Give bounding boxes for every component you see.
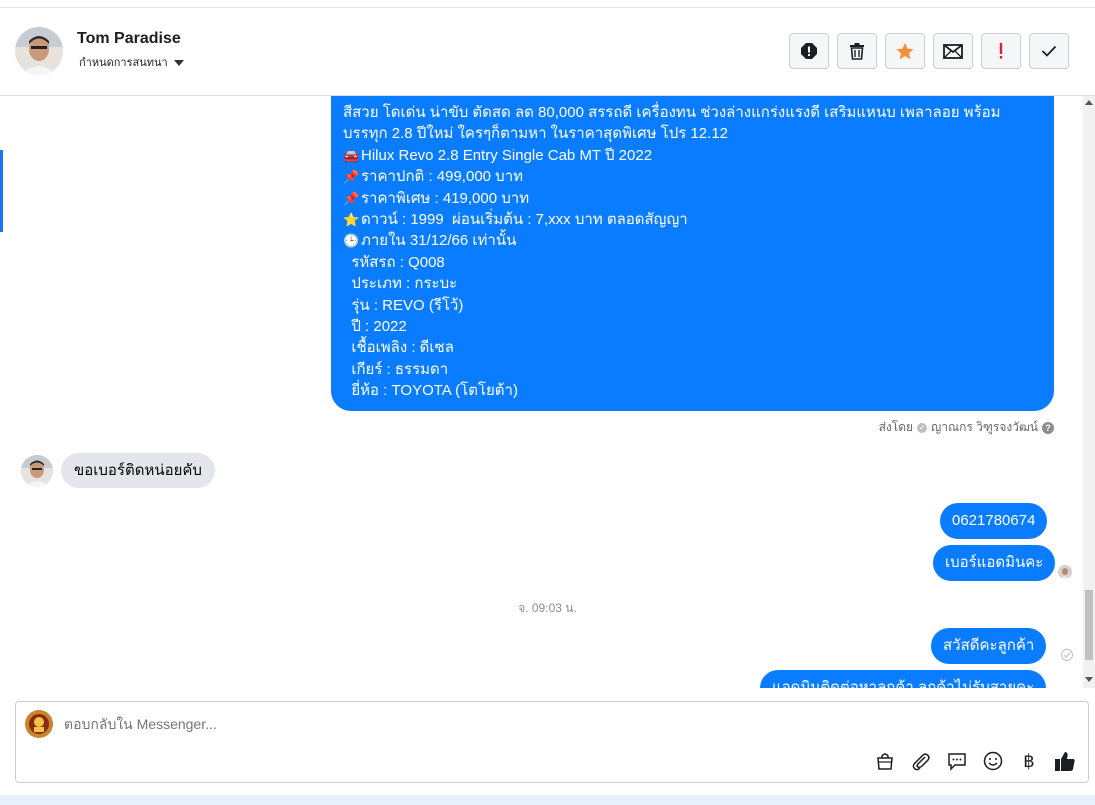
assign-conversation-dropdown[interactable]: กำหนดการสนทนา (79, 53, 184, 71)
sender-avatar[interactable] (21, 455, 53, 487)
emoji-button[interactable] (980, 748, 1006, 774)
line-text: ประเภท : กระบะ (343, 275, 458, 293)
emoji-icon (983, 751, 1003, 771)
chat-bubble-icon (948, 753, 966, 771)
outgoing-admin-bubble[interactable]: เบอร์แอดมินคะ (933, 545, 1056, 581)
bag-button[interactable] (872, 748, 898, 774)
trash-icon (850, 43, 864, 60)
line-text: ภายใน 31/12/66 เท่านั้น (361, 232, 517, 250)
listing-line: ประเภท : กระบะ (343, 273, 1042, 294)
scroll-down-arrow[interactable] (1085, 677, 1093, 682)
baht-icon: ฿ (1023, 750, 1035, 771)
sent-by-prefix: ส่งโดย (878, 420, 914, 434)
line-text: เชื้อเพลิง : ดีเซล (343, 339, 454, 357)
exclamation-icon (999, 43, 1003, 59)
listing-line: 📌 ราคาปกติ : 499,000 บาท (343, 166, 1042, 187)
page-bottom-strip (0, 795, 1095, 805)
attach-button[interactable] (908, 748, 934, 774)
listing-line: บรรทุก 2.8 ปีใหม่ ใครๆก็ตามหา ในราคาสุดพ… (343, 123, 1042, 144)
verified-icon: ✓ (917, 422, 928, 433)
outgoing-phone-bubble[interactable]: 0621780674 (940, 503, 1048, 539)
mark-unread-button[interactable] (933, 33, 973, 69)
line-text: รุ่น : REVO (รีโว้) (343, 296, 464, 314)
payment-button[interactable]: ฿ (1016, 748, 1042, 774)
line-text: ดาวน์ : 1999 ผ่อนเริ่มต้น : 7,xxx บาท ตล… (361, 211, 688, 229)
active-indicator (0, 150, 3, 232)
conversation-header: Tom Paradise กำหนดการสนทนา (0, 8, 1095, 96)
partial-message-clip: แอดมินติดต่อหาลูกค้า ลูกค้าไม่รับสายคะ (0, 668, 1083, 688)
line-text: ยี่ห้อ : TOYOTA (โตโยต้า) (343, 382, 518, 400)
mark-done-button[interactable] (1029, 33, 1069, 69)
follow-up-button[interactable] (981, 33, 1021, 69)
message-timestamp: จ. 09:03 น. (518, 601, 577, 615)
listing-line: 📌 ราคาพิเศษ : 419,000 บาท (343, 188, 1042, 209)
top-divider (0, 0, 1095, 8)
saved-replies-button[interactable] (944, 748, 970, 774)
line-text: ราคาปกติ : 499,000 บาท (361, 168, 524, 186)
message-composer: ฿ (15, 701, 1089, 783)
outgoing-partial-bubble[interactable]: แอดมินติดต่อหาลูกค้า ลูกค้าไม่รับสายคะ (760, 670, 1047, 688)
read-receipt-avatar (1058, 565, 1072, 579)
star-button[interactable] (885, 33, 925, 69)
line-text: ปี : 2022 (343, 318, 407, 336)
contact-name[interactable]: Tom Paradise (77, 30, 181, 48)
help-icon[interactable]: ? (1042, 421, 1054, 434)
listing-line: สีสวย โดเด่น น่าขับ ตัดสด ลด 80,000 สรรถ… (343, 102, 1042, 123)
listing-line: เกียร์ : ธรรมดา (343, 359, 1042, 380)
listing-message-text: สีสวย โดเด่น น่าขับ ตัดสด ลด 80,000 สรรถ… (343, 102, 1042, 402)
line-text: บรรทุก 2.8 ปีใหม่ ใครๆก็ตามหา ในราคาสุดพ… (343, 125, 729, 143)
line-emoji-icon: 📌 (343, 190, 360, 206)
listing-message-bubble[interactable]: สีสวย โดเด่น น่าขับ ตัดสด ลด 80,000 สรรถ… (331, 96, 1054, 411)
listing-line: ปี : 2022 (343, 316, 1042, 337)
scroll-thumb[interactable] (1085, 590, 1093, 660)
listing-line: รุ่น : REVO (รีโว้) (343, 295, 1042, 316)
report-spam-icon (801, 43, 817, 59)
line-text: สีสวย โดเด่น น่าขับ ตัดสด ลด 80,000 สรรถ… (343, 104, 1001, 121)
delete-button[interactable] (837, 33, 877, 69)
incoming-message-bubble[interactable]: ขอเบอร์ติดหน่อยคับ (61, 453, 215, 488)
bag-icon (877, 753, 893, 770)
listing-line: 🕒 ภายใน 31/12/66 เท่านั้น (343, 230, 1042, 251)
messages-scrollbar[interactable] (1083, 96, 1095, 688)
paperclip-icon (912, 753, 930, 771)
line-text: ราคาพิเศษ : 419,000 บาท (361, 189, 530, 207)
checkmark-icon (1041, 45, 1057, 57)
line-emoji-icon: ⭐ (343, 212, 360, 228)
sent-check-icon (1061, 649, 1073, 661)
listing-line: ⭐ ดาวน์ : 1999 ผ่อนเริ่มต้น : 7,xxx บาท ต… (343, 209, 1042, 230)
chevron-down-icon (173, 59, 184, 66)
listing-line: เชื้อเพลิง : ดีเซล (343, 337, 1042, 358)
composer-toolbar: ฿ (872, 748, 1078, 774)
reply-input[interactable] (64, 716, 964, 732)
header-toolbar (789, 33, 1069, 69)
report-spam-button[interactable] (789, 33, 829, 69)
page-avatar (25, 710, 53, 738)
line-text: รหัสรถ : Q008 (343, 253, 445, 271)
like-button[interactable] (1052, 748, 1078, 774)
listing-line: รหัสรถ : Q008 (343, 252, 1042, 273)
envelope-icon (943, 43, 963, 59)
thumbs-up-icon (1055, 752, 1075, 771)
scroll-up-arrow[interactable] (1085, 100, 1093, 105)
line-emoji-icon: 🕒 (343, 233, 360, 249)
line-emoji-icon: 🚘 (343, 147, 360, 163)
assign-label: กำหนดการสนทนา (79, 57, 168, 69)
contact-avatar[interactable] (15, 27, 63, 75)
line-text: เกียร์ : ธรรมดา (343, 360, 449, 378)
line-text: Hilux Revo 2.8 Entry Single Cab MT ปี 20… (361, 146, 653, 164)
sent-by-info: ส่งโดย ✓ ญาณกร วิฑูรจงวัฒน์ ? (879, 418, 1054, 437)
listing-line: 🚘 Hilux Revo 2.8 Entry Single Cab MT ปี 2… (343, 145, 1042, 166)
sent-by-name: ญาณกร วิฑูรจงวัฒน์ (931, 420, 1038, 434)
star-icon (896, 42, 914, 59)
line-emoji-icon: 📌 (343, 169, 360, 185)
outgoing-greeting-bubble[interactable]: สวัสดีคะลูกค้า (931, 628, 1047, 664)
listing-line: ยี่ห้อ : TOYOTA (โตโยต้า) (343, 380, 1042, 401)
